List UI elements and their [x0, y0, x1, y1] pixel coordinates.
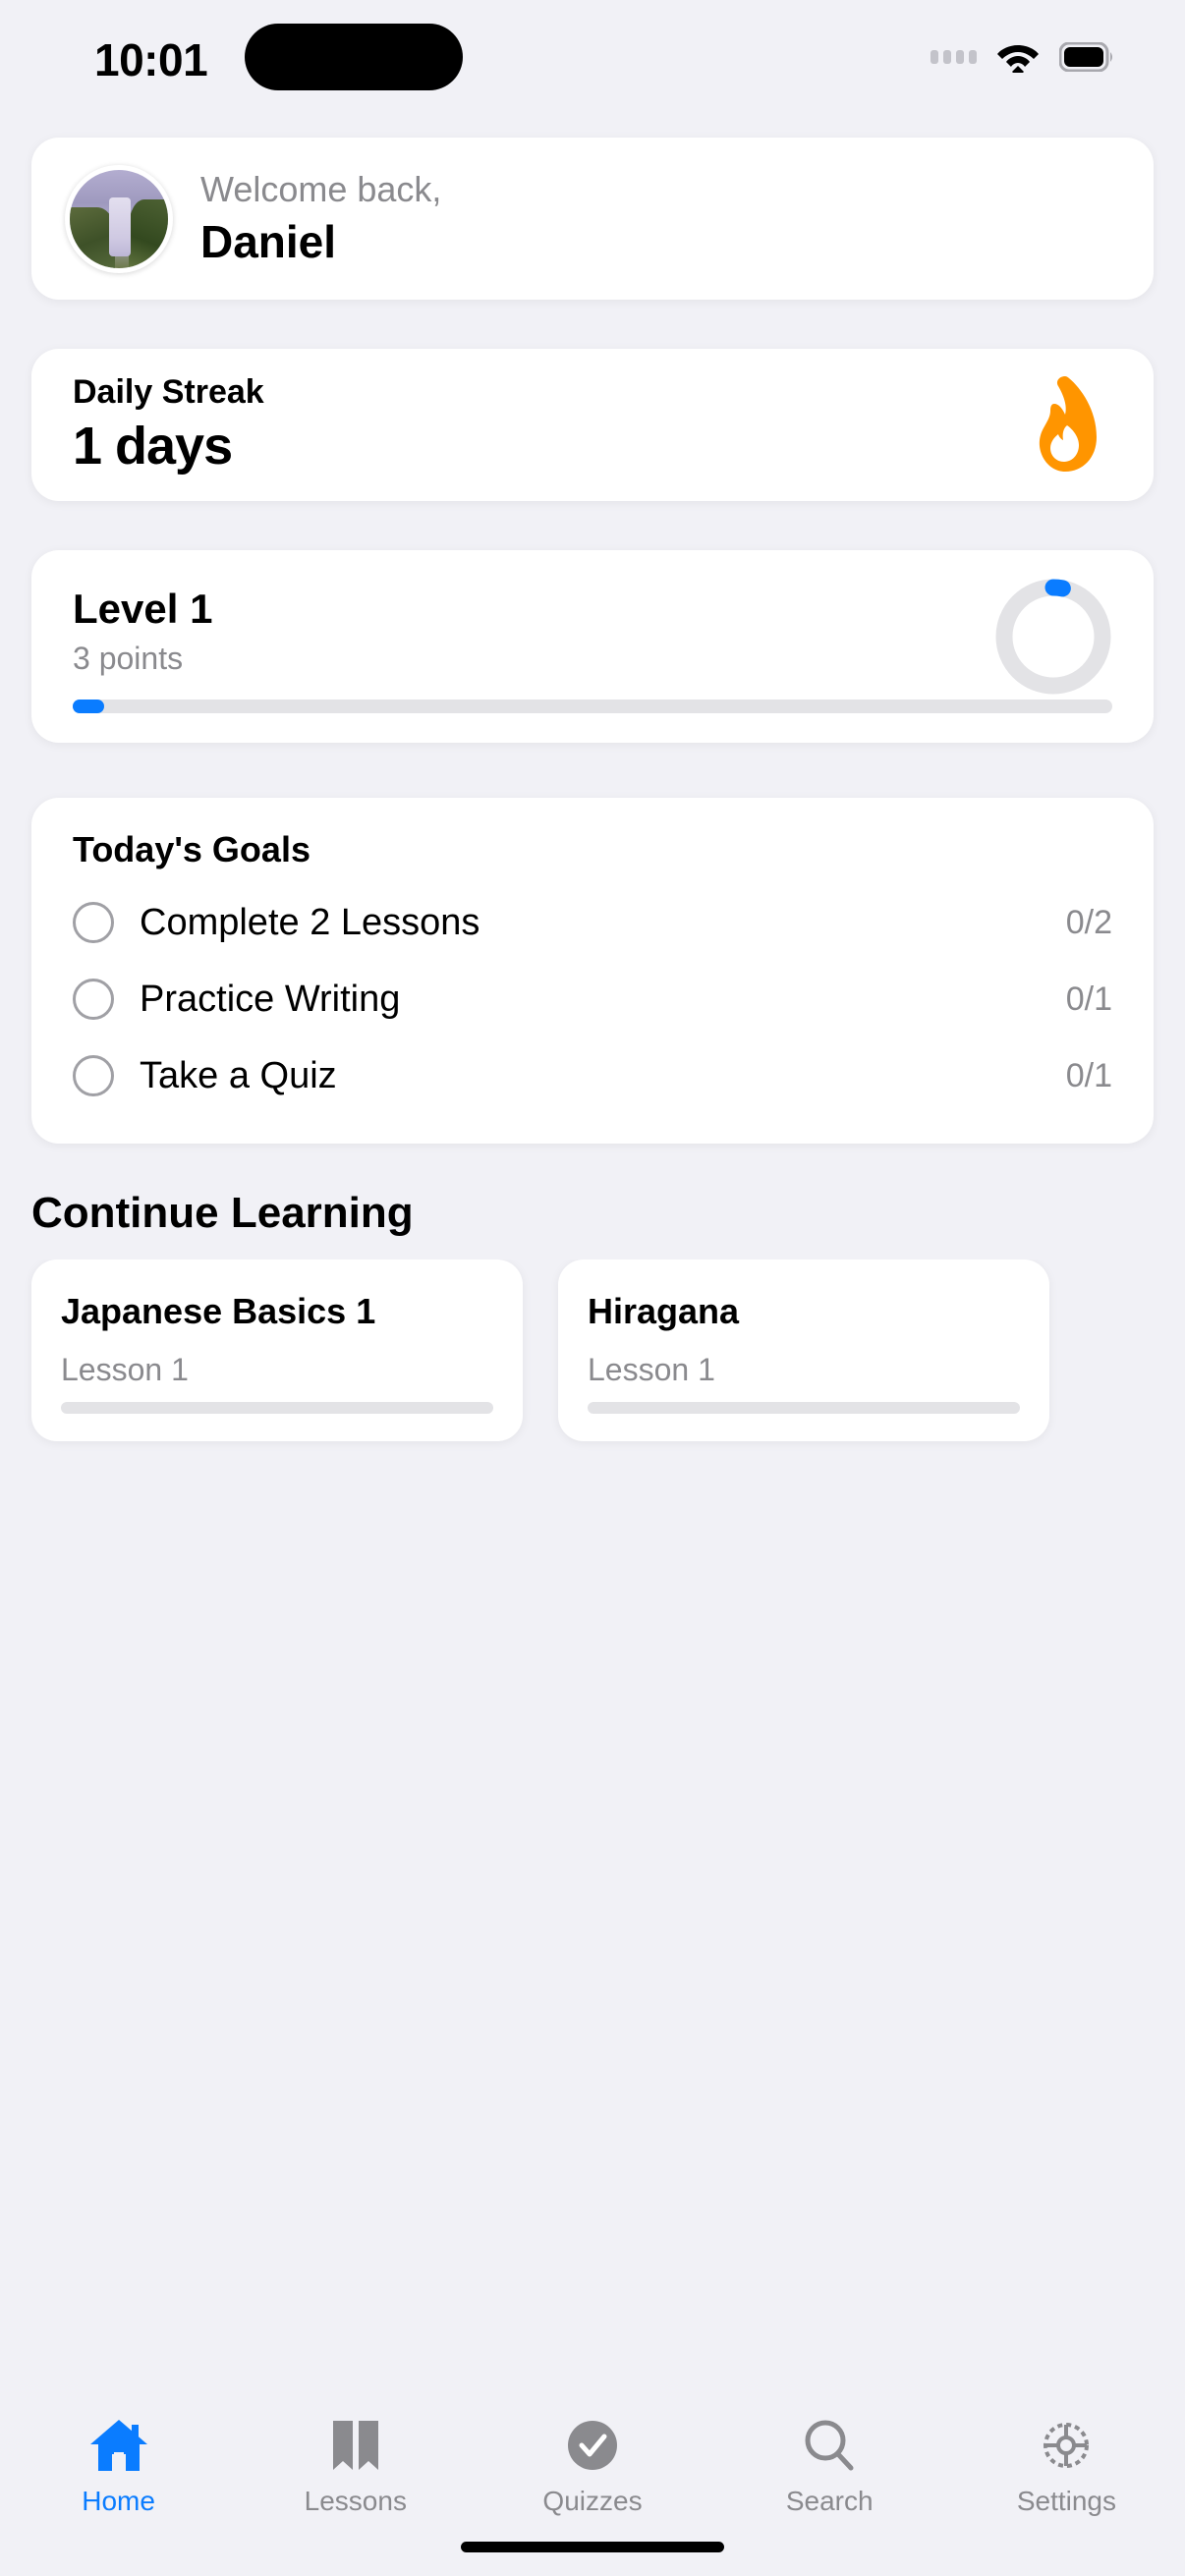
gear-icon[interactable]	[1036, 2415, 1097, 2476]
welcome-card[interactable]: Welcome back, Daniel	[31, 138, 1154, 300]
course-title: Hiragana	[588, 1291, 740, 1331]
welcome-user-name: Daniel	[200, 216, 337, 268]
avatar-waterfall-photo	[70, 169, 168, 268]
course-card[interactable]: Japanese Basics 1 Lesson 1	[31, 1260, 523, 1441]
level-progress-bar-fill	[73, 700, 104, 713]
wifi-icon	[997, 45, 1039, 73]
course-progress-bar	[61, 1402, 493, 1414]
streak-value: 1 days	[73, 417, 233, 476]
level-title: Level 1	[73, 586, 213, 632]
flame-icon	[1039, 375, 1097, 472]
level-progress-ring	[995, 579, 1111, 695]
tab-lessons[interactable]: Lessons	[237, 2415, 474, 2517]
goal-checkbox[interactable]	[73, 979, 114, 1020]
level-points: 3 points	[73, 641, 184, 676]
goal-count: 0/2	[1065, 903, 1112, 941]
daily-streak-card[interactable]: Daily Streak 1 days	[31, 349, 1154, 501]
cellular-dots-icon	[931, 50, 977, 64]
search-icon[interactable]	[799, 2415, 860, 2476]
book-icon[interactable]	[325, 2415, 386, 2476]
course-subtitle: Lesson 1	[588, 1352, 715, 1387]
course-subtitle: Lesson 1	[61, 1352, 189, 1387]
tab-label: Home	[82, 2486, 155, 2516]
streak-label: Daily Streak	[73, 373, 264, 411]
tab-label: Quizzes	[542, 2486, 643, 2516]
goal-count: 0/1	[1065, 1056, 1112, 1094]
tab-quizzes[interactable]: Quizzes	[474, 2415, 710, 2517]
goal-count: 0/1	[1065, 980, 1112, 1018]
todays-goals-card: Today's Goals Complete 2 Lessons 0/2 Pract…	[31, 798, 1154, 1144]
welcome-text: Welcome back, Daniel	[200, 167, 441, 269]
app-screen: 10:01 Welcome back, Daniel Daily Streak …	[0, 0, 1185, 2576]
goal-row[interactable]: Practice Writing 0/1	[73, 961, 1112, 1037]
tab-search[interactable]: Search	[711, 2415, 948, 2517]
goal-label: Practice Writing	[140, 978, 401, 1020]
tab-settings[interactable]: Settings	[948, 2415, 1185, 2517]
goal-checkbox[interactable]	[73, 902, 114, 943]
level-card[interactable]: Level 1 3 points	[31, 550, 1154, 743]
goal-row[interactable]: Complete 2 Lessons 0/2	[73, 884, 1112, 961]
tab-home[interactable]: Home	[0, 2415, 237, 2517]
status-bar: 10:01	[0, 0, 1185, 116]
tab-label: Lessons	[304, 2486, 407, 2516]
welcome-greeting: Welcome back,	[200, 169, 442, 210]
goals-title: Today's Goals	[73, 829, 310, 869]
check-circle-icon[interactable]	[562, 2415, 623, 2476]
battery-icon	[1059, 42, 1112, 72]
goal-checkbox[interactable]	[73, 1055, 114, 1096]
goals-list: Complete 2 Lessons 0/2 Practice Writing 0/1…	[73, 884, 1112, 1114]
goal-row[interactable]: Take a Quiz 0/1	[73, 1037, 1112, 1114]
course-card[interactable]: Hiragana Lesson 1	[558, 1260, 1049, 1441]
home-icon[interactable]	[88, 2415, 149, 2476]
course-title: Japanese Basics 1	[61, 1291, 376, 1331]
dynamic-island	[245, 24, 463, 90]
streak-text: Daily Streak 1 days	[73, 373, 264, 476]
tab-label: Settings	[1016, 2486, 1116, 2516]
status-indicators	[931, 41, 1114, 73]
avatar[interactable]	[65, 164, 173, 273]
goal-label: Take a Quiz	[140, 1054, 337, 1096]
level-progress-bar	[73, 700, 1112, 713]
status-time: 10:01	[94, 34, 208, 85]
tab-label: Search	[785, 2486, 874, 2516]
continue-learning-heading: Continue Learning	[31, 1189, 414, 1237]
continue-learning-scroller[interactable]: Japanese Basics 1 Lesson 1 Hiragana Lesson …	[0, 1260, 1185, 1456]
home-indicator	[461, 2542, 724, 2552]
goal-label: Complete 2 Lessons	[140, 901, 480, 943]
course-progress-bar	[588, 1402, 1020, 1414]
